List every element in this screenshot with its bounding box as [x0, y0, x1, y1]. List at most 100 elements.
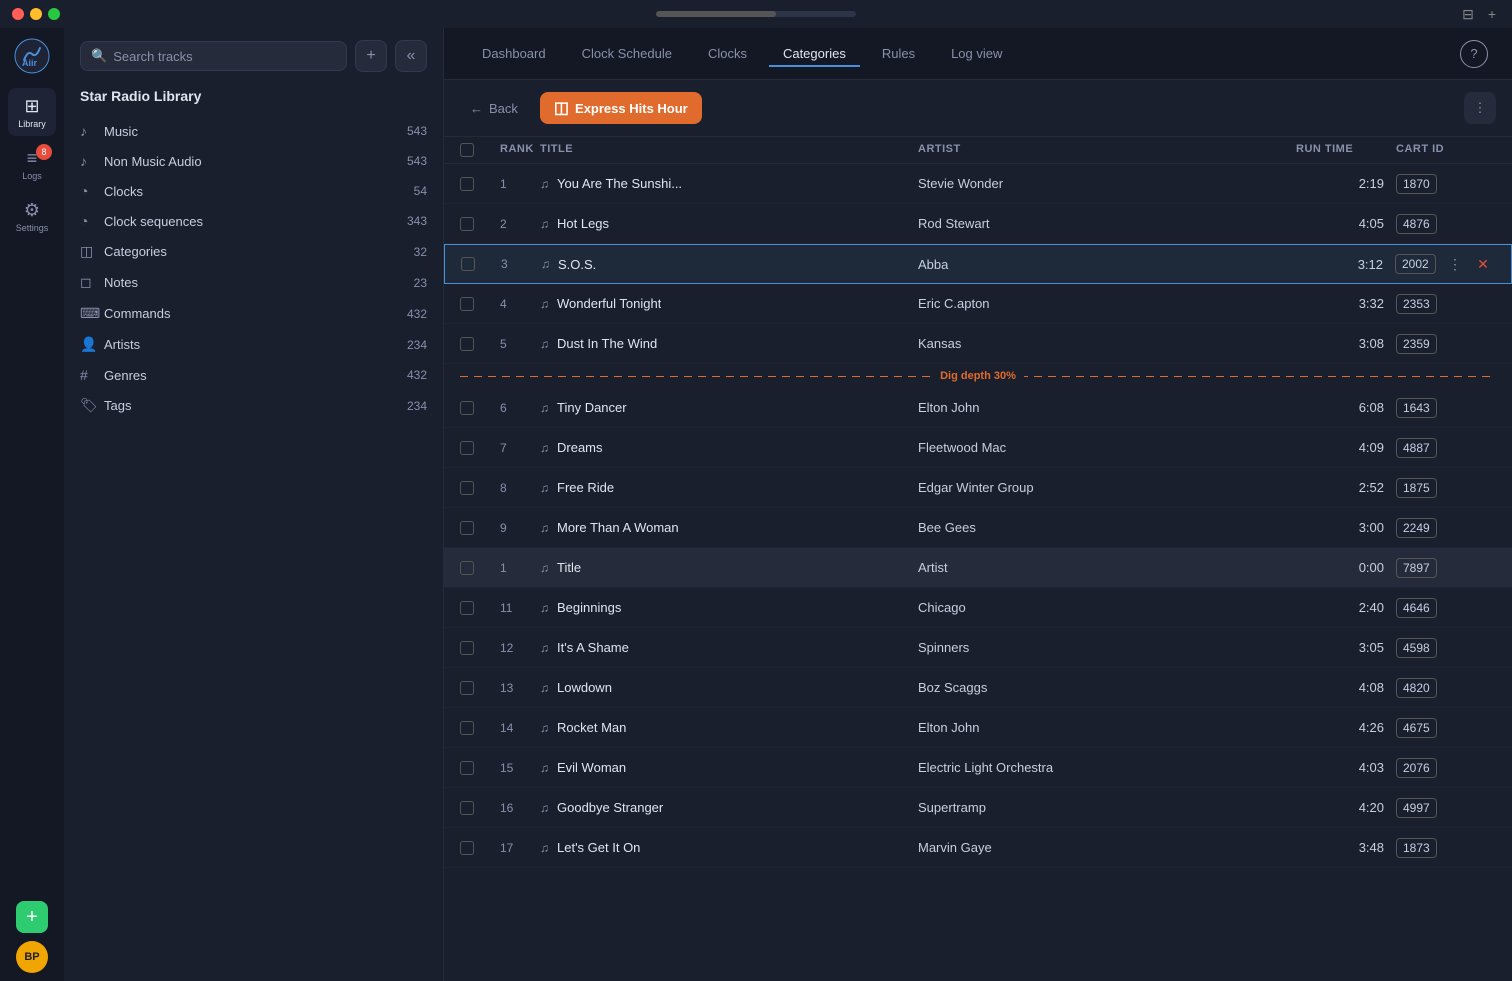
- row-checkbox-box[interactable]: [460, 601, 474, 615]
- add-button[interactable]: +: [16, 901, 48, 933]
- back-button[interactable]: ← Back: [460, 95, 528, 122]
- row-cart-cell: 2002⋮✕: [1395, 254, 1495, 274]
- row-checkbox-box[interactable]: [460, 481, 474, 495]
- table-row[interactable]: 8♫Free RideEdgar Winter Group2:521875: [444, 468, 1512, 508]
- row-checkbox[interactable]: [460, 721, 500, 735]
- table-row[interactable]: 1♫TitleArtist0:007897: [444, 548, 1512, 588]
- row-checkbox[interactable]: [460, 177, 500, 191]
- table-row[interactable]: 7♫DreamsFleetwood Mac4:094887: [444, 428, 1512, 468]
- row-checkbox-box[interactable]: [460, 337, 474, 351]
- icon-bar-library[interactable]: ⊞ Library: [8, 88, 56, 136]
- row-more-button[interactable]: ⋮: [1443, 252, 1467, 276]
- sidebar-item-genres[interactable]: # Genres 432: [64, 360, 443, 390]
- row-checkbox-box[interactable]: [461, 257, 475, 271]
- table-row[interactable]: 11♫BeginningsChicago2:404646: [444, 588, 1512, 628]
- row-checkbox-box[interactable]: [460, 721, 474, 735]
- icon-bar-logs[interactable]: ≡ Logs 8: [8, 140, 56, 188]
- row-checkbox[interactable]: [460, 601, 500, 615]
- nav-clocks[interactable]: Clocks: [694, 40, 761, 67]
- app-logo: Aiir: [12, 36, 52, 76]
- row-runtime: 3:00: [1296, 520, 1396, 535]
- nav-clock-schedule[interactable]: Clock Schedule: [568, 40, 686, 67]
- row-checkbox-box[interactable]: [460, 441, 474, 455]
- table-row[interactable]: 2♫Hot LegsRod Stewart4:054876: [444, 204, 1512, 244]
- sidebar-item-commands[interactable]: ⌨ Commands 432: [64, 298, 443, 329]
- nav-log-view[interactable]: Log view: [937, 40, 1016, 67]
- row-checkbox-box[interactable]: [460, 297, 474, 311]
- search-box[interactable]: 🔍: [80, 41, 347, 71]
- sidebar-item-clock-sequences[interactable]: ◔ Clock sequences 343: [64, 206, 443, 236]
- select-all-checkbox-box[interactable]: [460, 143, 474, 157]
- window-action-btn-2[interactable]: +: [1484, 6, 1500, 22]
- music-note-icon: ♫: [540, 761, 549, 775]
- table-row[interactable]: 5♫Dust In The WindKansas3:082359: [444, 324, 1512, 364]
- category-name-button[interactable]: ◫ Express Hits Hour: [540, 92, 702, 124]
- window-action-btn-1[interactable]: ⊟: [1460, 6, 1476, 22]
- table-row[interactable]: 13♫LowdownBoz Scaggs4:084820: [444, 668, 1512, 708]
- row-title-text: Lowdown: [557, 680, 612, 695]
- help-button[interactable]: ?: [1460, 40, 1488, 68]
- table-row[interactable]: 6♫Tiny DancerElton John6:081643: [444, 388, 1512, 428]
- row-checkbox[interactable]: [460, 801, 500, 815]
- row-checkbox-box[interactable]: [460, 761, 474, 775]
- row-checkbox-box[interactable]: [460, 841, 474, 855]
- add-track-button[interactable]: +: [355, 40, 387, 72]
- sidebar-item-tags[interactable]: 🏷 Tags 234: [64, 390, 443, 421]
- row-checkbox-box[interactable]: [460, 561, 474, 575]
- table-row[interactable]: 1♫You Are The Sunshi...Stevie Wonder2:19…: [444, 164, 1512, 204]
- row-checkbox-box[interactable]: [460, 217, 474, 231]
- table-row[interactable]: 17♫Let's Get It OnMarvin Gaye3:481873: [444, 828, 1512, 868]
- row-title-text: More Than A Woman: [557, 520, 679, 535]
- row-checkbox[interactable]: [460, 441, 500, 455]
- table-row[interactable]: 16♫Goodbye StrangerSupertramp4:204997: [444, 788, 1512, 828]
- search-input[interactable]: [113, 49, 336, 64]
- music-note-icon: ♫: [540, 561, 549, 575]
- sidebar-item-categories[interactable]: ◫ Categories 32: [64, 236, 443, 267]
- row-checkbox[interactable]: [460, 841, 500, 855]
- table-row[interactable]: 14♫Rocket ManElton John4:264675: [444, 708, 1512, 748]
- user-avatar[interactable]: BP: [16, 941, 48, 973]
- nav-rules[interactable]: Rules: [868, 40, 929, 67]
- row-remove-button[interactable]: ✕: [1471, 252, 1495, 276]
- row-checkbox[interactable]: [461, 257, 501, 271]
- table-row[interactable]: 4♫Wonderful TonightEric C.apton3:322353: [444, 284, 1512, 324]
- row-checkbox-box[interactable]: [460, 521, 474, 535]
- row-checkbox[interactable]: [460, 641, 500, 655]
- row-checkbox-box[interactable]: [460, 177, 474, 191]
- row-checkbox[interactable]: [460, 761, 500, 775]
- maximize-window-btn[interactable]: [48, 8, 60, 20]
- commands-count: 432: [407, 307, 427, 321]
- sidebar-item-clocks[interactable]: ◔ Clocks 54: [64, 176, 443, 206]
- row-checkbox-box[interactable]: [460, 801, 474, 815]
- row-checkbox[interactable]: [460, 681, 500, 695]
- nav-dashboard[interactable]: Dashboard: [468, 40, 560, 67]
- nav-categories[interactable]: Categories: [769, 40, 860, 67]
- table-row[interactable]: 3♫S.O.S.Abba3:122002⋮✕: [444, 244, 1512, 284]
- row-checkbox[interactable]: [460, 561, 500, 575]
- row-checkbox[interactable]: [460, 337, 500, 351]
- row-checkbox-box[interactable]: [460, 401, 474, 415]
- row-cart-cell: 7897: [1396, 558, 1496, 578]
- more-options-button[interactable]: ⋮: [1464, 92, 1496, 124]
- sidebar-item-music[interactable]: ♪ Music 543: [64, 116, 443, 146]
- row-checkbox-box[interactable]: [460, 681, 474, 695]
- table-row[interactable]: 12♫It's A ShameSpinners3:054598: [444, 628, 1512, 668]
- row-checkbox[interactable]: [460, 401, 500, 415]
- row-checkbox[interactable]: [460, 297, 500, 311]
- table-row[interactable]: 15♫Evil WomanElectric Light Orchestra4:0…: [444, 748, 1512, 788]
- sidebar-item-artists[interactable]: 👤 Artists 234: [64, 329, 443, 360]
- sidebar-item-notes[interactable]: ◻ Notes 23: [64, 267, 443, 298]
- row-checkbox-box[interactable]: [460, 641, 474, 655]
- collapse-button[interactable]: «: [395, 40, 427, 72]
- row-checkbox[interactable]: [460, 521, 500, 535]
- icon-bar-settings[interactable]: ⚙ Settings: [8, 192, 56, 240]
- row-checkbox[interactable]: [460, 481, 500, 495]
- window-controls: [12, 8, 60, 20]
- row-runtime: 3:12: [1295, 257, 1395, 272]
- close-window-btn[interactable]: [12, 8, 24, 20]
- table-row[interactable]: 9♫More Than A WomanBee Gees3:002249: [444, 508, 1512, 548]
- row-checkbox[interactable]: [460, 217, 500, 231]
- sidebar-item-non-music-audio[interactable]: ♪ Non Music Audio 543: [64, 146, 443, 176]
- select-all-checkbox[interactable]: [460, 143, 500, 157]
- minimize-window-btn[interactable]: [30, 8, 42, 20]
